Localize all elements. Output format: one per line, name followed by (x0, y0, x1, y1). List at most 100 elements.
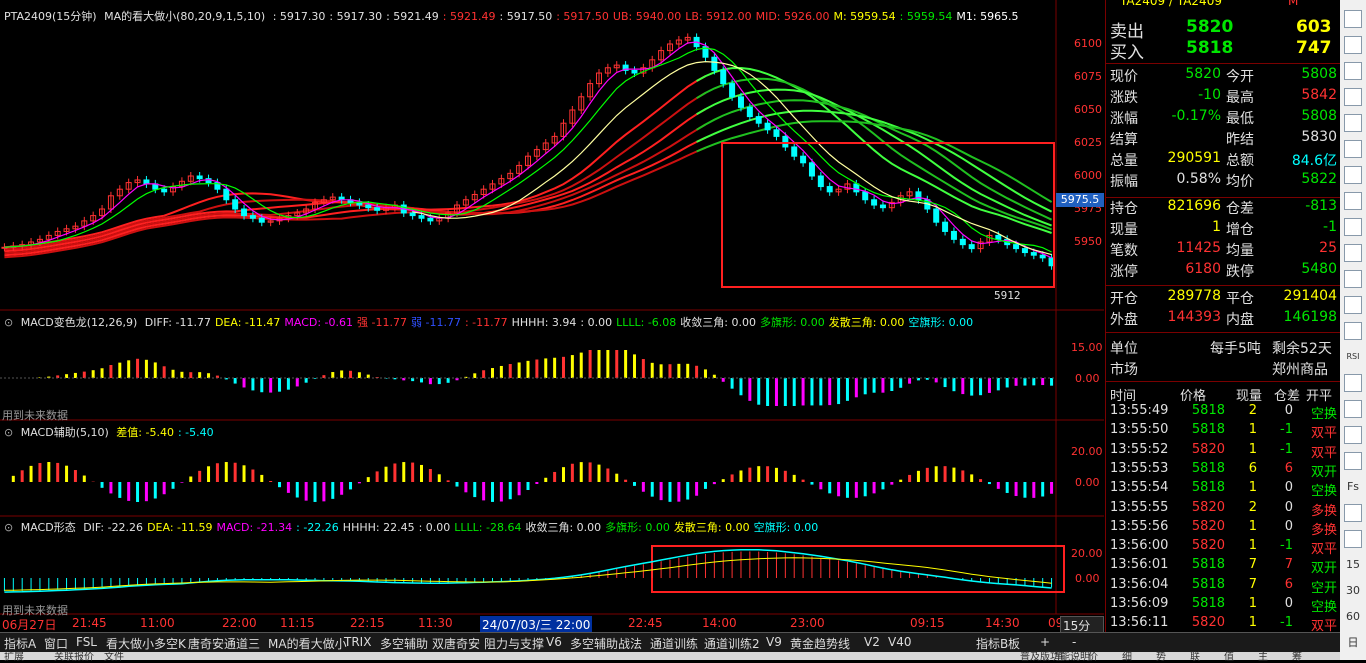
strip-item[interactable]: 主 (1258, 648, 1268, 663)
strip-item[interactable]: 筹 (1292, 648, 1302, 663)
quote-label: 仓差 (1226, 201, 1254, 217)
bar-chart-icon[interactable] (1344, 62, 1362, 80)
strip-item[interactable]: 联 (1190, 648, 1200, 663)
search-icon[interactable] (1344, 244, 1362, 262)
tick-row[interactable]: 13:56:00 5820 1 -1 双平 (1106, 538, 1341, 557)
candle-body (950, 230, 957, 240)
tick-header-cell: 价格 (1180, 389, 1207, 404)
tab-19[interactable]: 板 (1008, 635, 1020, 652)
tick-row[interactable]: 13:56:04 5818 7 6 空开 (1106, 577, 1341, 596)
tab-4[interactable]: 唐奇安通道三 (188, 635, 260, 652)
strip-item[interactable]: 值 (1224, 648, 1234, 663)
dollar-icon[interactable] (1344, 374, 1362, 392)
tick-row[interactable]: 13:56:09 5818 1 0 空换 (1106, 596, 1341, 615)
tab-20[interactable]: + (1040, 635, 1050, 649)
ma-value-5: : 5917.50 (556, 10, 609, 23)
15-icon[interactable]: 15 (1344, 556, 1362, 574)
quote-value: 1 (1212, 219, 1221, 235)
candle-icon[interactable] (1344, 140, 1362, 158)
m-chart-icon[interactable] (1344, 36, 1362, 54)
tick-row[interactable]: 13:55:52 5820 1 -1 双平 (1106, 442, 1341, 461)
kline-chart-area[interactable]: PTA2409(15分钟) MA的看大做小(80,20,9,1,5,10) : … (0, 0, 1104, 652)
tick-row[interactable]: 13:56:01 5818 7 7 双开 (1106, 557, 1341, 576)
tick-cell: 2 (1248, 403, 1257, 418)
date-tick-label: 11:15 (280, 616, 315, 630)
tab-10[interactable]: V6 (546, 635, 562, 649)
tab-7[interactable]: 多空辅助 (380, 635, 428, 652)
日-icon[interactable]: 日 (1344, 634, 1362, 652)
tab-6[interactable]: TRIX (344, 635, 371, 649)
tab-2[interactable]: FSL (76, 635, 97, 649)
RSI-icon[interactable]: RSI (1344, 348, 1362, 366)
tick-cell: 双平 (1310, 542, 1337, 558)
tab-5[interactable]: MA的看大做小 (268, 635, 347, 652)
tick-row[interactable]: 13:55:49 5818 2 0 空换 (1106, 403, 1341, 422)
strip-item[interactable]: 扩展 (4, 648, 24, 663)
strip-item[interactable]: 势 (1156, 648, 1166, 663)
line-chart-icon[interactable] (1344, 88, 1362, 106)
tick-row[interactable]: 13:55:54 5818 1 0 空换 (1106, 480, 1341, 499)
book-icon[interactable] (1344, 452, 1362, 470)
dice-icon[interactable] (1344, 400, 1362, 418)
ma-value-7: LB: 5912.00 (685, 10, 752, 23)
unit-label: 单位 (1110, 341, 1138, 357)
up-arrow-icon[interactable] (1344, 10, 1362, 28)
fx-icon[interactable] (1344, 218, 1362, 236)
tab-9[interactable]: 阻力与支撑 (484, 635, 544, 652)
tab-8[interactable]: 双唐奇安 (432, 635, 480, 652)
candle-body (933, 208, 940, 223)
quote-label: 昨结 (1226, 132, 1254, 148)
quote-value: 5808 (1301, 66, 1337, 82)
tab-13[interactable]: 通道训练2 (704, 635, 760, 652)
win-icon[interactable] (1344, 504, 1362, 522)
macd2-settings-icon[interactable]: ⊙ (4, 426, 13, 439)
strip-item[interactable]: 细 (1122, 648, 1132, 663)
grid3-icon[interactable] (1344, 322, 1362, 340)
tab-15[interactable]: 黄金趋势线 (790, 635, 850, 652)
candle-body (862, 191, 869, 201)
tab-18[interactable]: 指标B (976, 635, 1008, 652)
tick-row[interactable]: 13:55:53 5818 6 6 双开 (1106, 461, 1341, 480)
macd3-settings-icon[interactable]: ⊙ (4, 521, 13, 534)
tick-cell: 1 (1248, 596, 1257, 611)
tick-header: 时间 价格 现量 仓差 开平 (1106, 385, 1341, 404)
quote-row: 涨跌 -10 最高 5842 (1106, 87, 1341, 108)
30-icon[interactable]: 30 (1344, 582, 1362, 600)
strip-item[interactable]: 价 (1088, 648, 1098, 663)
60-icon[interactable]: 60 (1344, 608, 1362, 626)
tab-12[interactable]: 通道训练 (650, 635, 698, 652)
pencil-icon[interactable] (1344, 426, 1362, 444)
macd3-value-8: 多旗形: 0.00 (605, 521, 670, 534)
quote-value: 5820 (1185, 66, 1221, 82)
strip-item[interactable]: 笔 (1054, 648, 1064, 663)
candle-body (365, 204, 372, 209)
tick-cell: 13:56:09 (1110, 596, 1169, 611)
window-icon[interactable] (1344, 192, 1362, 210)
tick-row[interactable]: 13:55:56 5820 1 0 多换 (1106, 519, 1341, 538)
tick-cell: 7 (1248, 557, 1257, 573)
tab-17[interactable]: V40 (888, 635, 911, 649)
candle-body (791, 146, 798, 157)
grid-icon[interactable] (1344, 114, 1362, 132)
macd1-settings-icon[interactable]: ⊙ (4, 316, 13, 329)
chart-icon[interactable] (1344, 296, 1362, 314)
grid2-icon[interactable] (1344, 166, 1362, 184)
tick-row[interactable]: 13:55:50 5818 1 -1 双平 (1106, 422, 1341, 441)
box-icon[interactable] (1344, 270, 1362, 288)
Fs-icon[interactable]: Fs (1344, 478, 1362, 496)
candle-body (755, 116, 762, 124)
date-tick-label: 06月27日 (2, 618, 57, 632)
candle-body (968, 244, 975, 250)
grid4-icon[interactable] (1344, 530, 1362, 548)
tab-16[interactable]: V2 (864, 635, 880, 649)
strip-item[interactable]: 关联报价 (54, 648, 94, 663)
tab-11[interactable]: 多空辅助战法 (570, 635, 642, 652)
date-axis: 06月27日 21:45 11:00 22:00 11:15 22:15 11:30 24/0… (0, 614, 1104, 633)
strip-item[interactable]: 文件 (104, 648, 124, 663)
market-value: 郑州商品 (1272, 362, 1328, 378)
quote-panel: TA2409 / TA2409 M 卖出 5820 603 买入 5818 74… (1105, 0, 1341, 634)
tab-21[interactable]: - (1072, 635, 1076, 649)
quote-value: 146198 (1283, 309, 1337, 325)
tick-row[interactable]: 13:55:55 5820 2 0 多换 (1106, 500, 1341, 519)
tab-14[interactable]: V9 (766, 635, 782, 649)
